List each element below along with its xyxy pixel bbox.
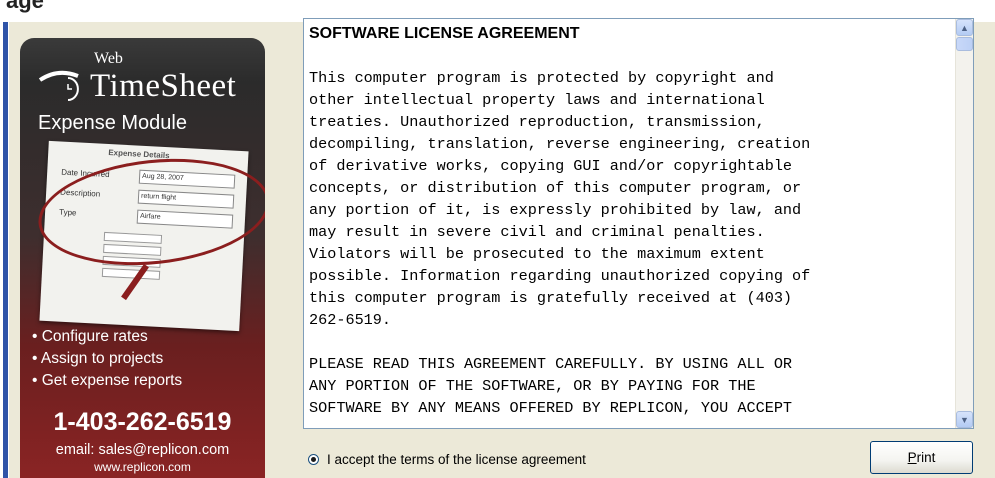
license-line: decompiling, translation, reverse engine… xyxy=(309,135,811,153)
license-line: PLEASE READ THIS AGREEMENT CAREFULLY. BY… xyxy=(309,355,793,373)
license-line: may result in severe civil and criminal … xyxy=(309,223,765,241)
scroll-thumb[interactable] xyxy=(956,37,973,51)
feature-item: • Configure rates xyxy=(32,328,148,345)
license-line: Violators will be prosecuted to the maxi… xyxy=(309,245,765,263)
license-line: ANY PORTION OF THE SOFTWARE, OR BY PAYIN… xyxy=(309,377,756,395)
logo-name: TimeSheet xyxy=(90,68,237,104)
scroll-up-button[interactable]: ▲ xyxy=(956,19,973,36)
accept-radio[interactable] xyxy=(308,453,319,465)
logo-swoosh-icon xyxy=(38,70,79,101)
license-line: possible. Information regarding unauthor… xyxy=(309,267,811,285)
phone-number: 1-403-262-6519 xyxy=(53,408,232,436)
website-url: www.replicon.com xyxy=(94,460,191,474)
license-text: SOFTWARE LICENSE AGREEMENT This computer… xyxy=(309,23,949,419)
scroll-down-button[interactable]: ▼ xyxy=(956,411,973,428)
license-line: any portion of it, is expressly prohibit… xyxy=(309,201,802,219)
feature-list: • Configure rates • Assign to projects •… xyxy=(32,326,182,392)
feature-item: • Assign to projects xyxy=(32,350,164,367)
page-heading-clipped: age xyxy=(6,0,44,13)
feature-item: • Get expense reports xyxy=(32,372,183,389)
print-label-rest: rint xyxy=(916,450,936,465)
product-banner: Web TimeSheet Expense Module Expense Det… xyxy=(20,38,265,478)
vertical-scrollbar[interactable]: ▲ ▼ xyxy=(955,19,973,428)
license-text-box[interactable]: SOFTWARE LICENSE AGREEMENT This computer… xyxy=(303,18,974,429)
left-edge xyxy=(0,22,9,478)
sales-email: email: sales@replicon.com xyxy=(55,442,230,458)
license-line: treaties. Unauthorized reproduction, tra… xyxy=(309,113,765,131)
license-line: concepts, or distribution of this comput… xyxy=(309,179,802,197)
radio-selected-dot xyxy=(311,456,316,462)
logo-prefix: Web xyxy=(94,50,123,67)
license-line xyxy=(309,45,949,67)
print-button[interactable]: Print xyxy=(870,441,973,474)
license-line: 262-6519. xyxy=(309,311,392,329)
left-accent-bar xyxy=(3,22,8,478)
license-line: other intellectual property laws and int… xyxy=(309,91,765,109)
accept-terms-option[interactable]: I accept the terms of the license agreem… xyxy=(308,449,586,469)
module-title: Expense Module xyxy=(38,112,187,134)
accept-label: I accept the terms of the license agreem… xyxy=(327,451,586,467)
screenshot-mini-field xyxy=(101,267,161,280)
license-line: this computer program is gratefully rece… xyxy=(309,289,793,307)
license-line: SOFTWARE BY ANY MEANS OFFERED BY REPLICO… xyxy=(309,399,793,417)
license-line xyxy=(309,331,949,353)
license-line: This computer program is protected by co… xyxy=(309,69,774,87)
chevron-down-icon: ▼ xyxy=(960,415,969,425)
license-title: SOFTWARE LICENSE AGREEMENT xyxy=(309,25,580,42)
print-mnemonic: P xyxy=(907,450,917,465)
license-line: of derivative works, copying GUI and/or … xyxy=(309,157,793,175)
chevron-up-icon: ▲ xyxy=(960,23,969,33)
